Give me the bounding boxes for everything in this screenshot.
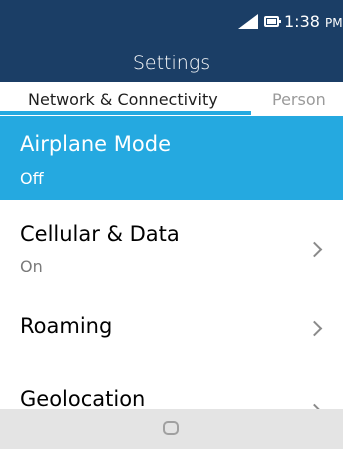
setting-geolocation[interactable]: Geolocation xyxy=(0,364,343,420)
active-tab-indicator xyxy=(0,111,251,115)
setting-title: Cellular & Data xyxy=(20,222,180,246)
tab-personalization[interactable]: Person xyxy=(272,90,326,110)
tab-network-connectivity[interactable]: Network & Connectivity xyxy=(28,90,218,110)
setting-cellular-data[interactable]: Cellular & Data On xyxy=(0,200,343,288)
setting-title: Airplane Mode xyxy=(20,132,171,156)
setting-value: Off xyxy=(20,169,44,188)
chevron-right-icon xyxy=(306,241,323,258)
battery-icon xyxy=(264,16,281,27)
status-time-value: 1:38 xyxy=(284,12,320,31)
setting-value: On xyxy=(20,257,43,276)
setting-title: Roaming xyxy=(20,314,113,338)
setting-airplane-mode[interactable]: Airplane Mode Off xyxy=(0,116,343,200)
status-bar: 1:38 PM xyxy=(0,0,343,40)
signal-icon xyxy=(238,14,258,29)
chevron-right-icon xyxy=(306,320,323,337)
tab-bar: Network & Connectivity Person xyxy=(0,82,343,116)
status-time-ampm: PM xyxy=(325,16,343,30)
status-time: 1:38 PM xyxy=(284,12,343,33)
setting-roaming[interactable]: Roaming xyxy=(0,288,343,364)
page-title: Settings xyxy=(0,40,343,82)
home-icon[interactable] xyxy=(163,421,179,435)
